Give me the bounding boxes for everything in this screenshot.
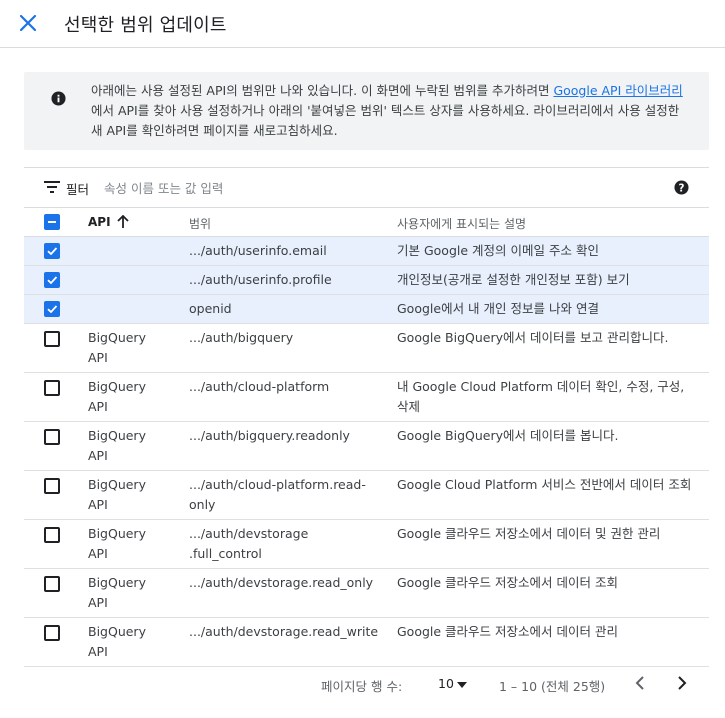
cell-scope: .../auth/devstorage.read_write xyxy=(189,624,379,639)
info-text-before: 아래에는 사용 설정된 API의 범위만 나와 있습니다. 이 화면에 누락된 … xyxy=(91,83,554,98)
info-text: 아래에는 사용 설정된 API의 범위만 나와 있습니다. 이 화면에 누락된 … xyxy=(91,81,693,141)
cell-scope: .../auth/userinfo.email xyxy=(189,243,327,258)
filter-icon[interactable] xyxy=(44,181,60,193)
page-range: 1 – 10 (전체 25행) xyxy=(499,679,606,694)
rows-per-page-label: 페이지당 행 수: xyxy=(321,679,403,694)
select-all-checkbox[interactable] xyxy=(44,214,60,230)
column-header-description: 사용자에게 표시되는 설명 xyxy=(397,217,527,231)
check-icon xyxy=(47,305,58,314)
row-checkbox[interactable] xyxy=(44,429,60,445)
cell-scope: .../auth/devstorage .full_control xyxy=(189,526,309,561)
table-row[interactable]: BigQuery API .../auth/devstorage.read_onl… xyxy=(24,569,709,618)
info-icon xyxy=(51,91,66,106)
cell-description: Google Cloud Platform 서비스 전반에서 데이터 조회 xyxy=(397,477,692,492)
cell-scope: .../auth/bigquery xyxy=(189,330,294,345)
page-title: 선택한 범위 업데이트 xyxy=(64,15,227,36)
row-checkbox[interactable] xyxy=(44,243,60,259)
scopes-table: API 범위 사용자에게 표시되는 설명 .../auth/userinfo.e… xyxy=(24,208,709,667)
table-header: API 범위 사용자에게 표시되는 설명 xyxy=(24,208,709,237)
check-icon xyxy=(47,276,58,285)
row-checkbox[interactable] xyxy=(44,380,60,396)
cell-description: Google BigQuery에서 데이터를 보고 관리합니다. xyxy=(397,330,669,345)
cell-description: Google 클라우드 저장소에서 데이터 및 권한 관리 xyxy=(397,526,661,541)
cell-scope: .../auth/devstorage.read_only xyxy=(189,575,374,590)
svg-text:?: ? xyxy=(679,182,685,194)
rows-per-page-select[interactable]: 10 xyxy=(438,676,454,691)
filter-input[interactable] xyxy=(104,176,664,200)
filter-bar: 필터 ? xyxy=(24,167,709,208)
table-body: .../auth/userinfo.email 기본 Google 계정의 이메일… xyxy=(24,237,709,667)
table-row[interactable]: BigQuery API .../auth/cloud-platform.read… xyxy=(24,471,709,520)
close-icon[interactable] xyxy=(17,12,39,34)
dialog-header: 선택한 범위 업데이트 xyxy=(0,0,725,48)
cell-api: BigQuery API xyxy=(88,330,146,365)
row-checkbox[interactable] xyxy=(44,625,60,641)
cell-description: 기본 Google 계정의 이메일 주소 확인 xyxy=(397,243,599,258)
row-checkbox[interactable] xyxy=(44,478,60,494)
info-banner: 아래에는 사용 설정된 API의 범위만 나와 있습니다. 이 화면에 누락된 … xyxy=(24,72,709,150)
cell-scope: .../auth/cloud-platform.read-only xyxy=(189,477,366,512)
table-row[interactable]: BigQuery API .../auth/bigquery.readonly Go… xyxy=(24,422,709,471)
check-icon xyxy=(47,247,58,256)
table-row[interactable]: .../auth/userinfo.email 기본 Google 계정의 이메일… xyxy=(24,237,709,266)
cell-scope: .../auth/bigquery.readonly xyxy=(189,428,350,443)
chevron-left-icon[interactable] xyxy=(633,675,649,691)
api-library-link[interactable]: Google API 라이브러리 xyxy=(553,83,682,98)
filter-label: 필터 xyxy=(66,182,90,197)
row-checkbox[interactable] xyxy=(44,301,60,317)
cell-api: BigQuery API xyxy=(88,526,146,561)
table-row[interactable]: BigQuery API .../auth/devstorage.read_wri… xyxy=(24,618,709,667)
help-icon[interactable]: ? xyxy=(674,180,689,195)
row-checkbox[interactable] xyxy=(44,331,60,347)
cell-api: BigQuery API xyxy=(88,575,146,610)
column-header-scope: 범위 xyxy=(189,217,212,231)
chevron-right-icon[interactable] xyxy=(673,675,689,691)
table-row[interactable]: BigQuery API .../auth/devstorage .full_con… xyxy=(24,520,709,569)
cell-description: 개인정보(공개로 설정한 개인정보 포함) 보기 xyxy=(397,272,630,287)
cell-api: BigQuery API xyxy=(88,624,146,659)
cell-api: BigQuery API xyxy=(88,428,146,463)
arrow-up-icon[interactable] xyxy=(117,215,129,229)
column-header-api[interactable]: API xyxy=(88,215,111,229)
cell-scope: .../auth/cloud-platform xyxy=(189,379,330,394)
cell-scope: openid xyxy=(189,301,232,316)
cell-description: 내 Google Cloud Platform 데이터 확인, 수정, 구성, … xyxy=(397,379,685,414)
cell-description: Google 클라우드 저장소에서 데이터 조회 xyxy=(397,575,618,590)
pagination: 페이지당 행 수: 10 1 – 10 (전체 25행) xyxy=(24,668,709,702)
cell-description: Google에서 내 개인 정보를 나와 연결 xyxy=(397,301,599,316)
row-checkbox[interactable] xyxy=(44,576,60,592)
cell-api: BigQuery API xyxy=(88,379,146,414)
cell-scope: .../auth/userinfo.profile xyxy=(189,272,332,287)
table-row[interactable]: openid Google에서 내 개인 정보를 나와 연결 xyxy=(24,295,709,324)
table-row[interactable]: BigQuery API .../auth/bigquery Google BigQ… xyxy=(24,324,709,373)
cell-description: Google BigQuery에서 데이터를 봅니다. xyxy=(397,428,619,443)
table-row[interactable]: .../auth/userinfo.profile 개인정보(공개로 설정한 개인… xyxy=(24,266,709,295)
indeterminate-icon xyxy=(48,221,56,223)
cell-description: Google 클라우드 저장소에서 데이터 관리 xyxy=(397,624,618,639)
info-text-after: 에서 API를 찾아 사용 설정하거나 아래의 '붙여넣은 범위' 텍스트 상자… xyxy=(91,103,680,138)
table-row[interactable]: BigQuery API .../auth/cloud-platform 내 Goo… xyxy=(24,373,709,422)
row-checkbox[interactable] xyxy=(44,527,60,543)
row-checkbox[interactable] xyxy=(44,272,60,288)
cell-api: BigQuery API xyxy=(88,477,146,512)
caret-down-icon[interactable] xyxy=(457,682,467,688)
